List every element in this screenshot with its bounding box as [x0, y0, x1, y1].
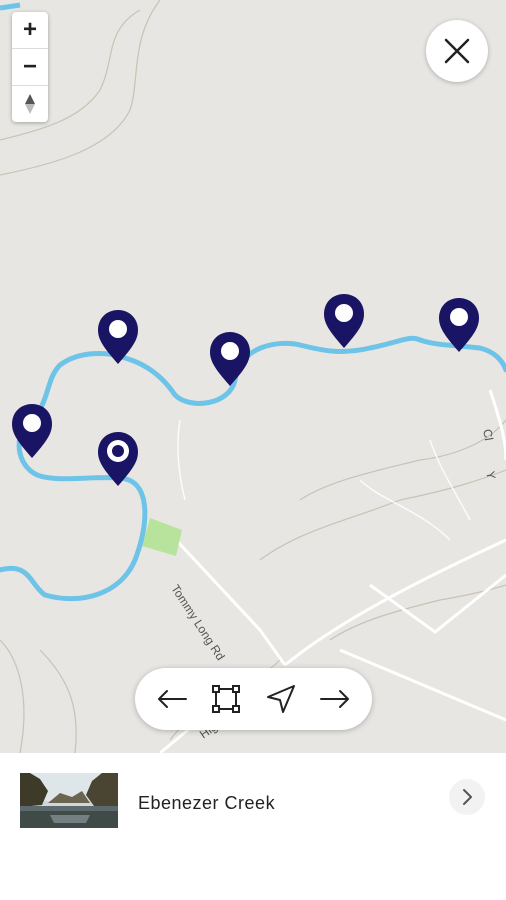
- waypoint-marker[interactable]: [210, 332, 250, 386]
- open-details-button[interactable]: [449, 779, 485, 815]
- locate-button[interactable]: [261, 679, 301, 719]
- zoom-controls: + −: [12, 12, 48, 122]
- waypoint-marker[interactable]: [324, 294, 364, 348]
- compass-button[interactable]: [12, 86, 48, 122]
- next-button[interactable]: [315, 679, 355, 719]
- fit-bounds-button[interactable]: [206, 679, 246, 719]
- waypoint-markers[interactable]: [12, 294, 479, 486]
- arrow-right-icon: [319, 690, 349, 708]
- zoom-in-button[interactable]: +: [12, 12, 48, 49]
- terrain-contours: [0, 0, 506, 753]
- creek-line: [0, 335, 506, 602]
- minor-paths: [177, 419, 471, 541]
- north-arrow-icon: [25, 94, 35, 114]
- close-button[interactable]: [426, 20, 488, 82]
- place-thumbnail[interactable]: [20, 773, 118, 828]
- road-label: Cl: [480, 428, 496, 442]
- close-icon: [444, 38, 470, 64]
- creek-fragment: [0, 2, 21, 11]
- map-view[interactable]: Tommy Long Rd High Cl Y + −: [0, 0, 506, 753]
- zoom-out-button[interactable]: −: [12, 49, 48, 86]
- park-area: [142, 518, 182, 556]
- place-name[interactable]: Ebenezer Creek: [138, 793, 275, 814]
- previous-button[interactable]: [152, 679, 192, 719]
- creek-photo-image: [20, 773, 118, 828]
- arrow-left-icon: [158, 690, 188, 708]
- navigation-icon: [266, 685, 295, 713]
- fit-bounds-icon: [212, 685, 241, 713]
- map-toolbar: [135, 668, 372, 730]
- place-detail-panel[interactable]: Ebenezer Creek: [0, 753, 506, 900]
- chevron-right-icon: [463, 789, 472, 805]
- map-canvas[interactable]: [0, 0, 506, 753]
